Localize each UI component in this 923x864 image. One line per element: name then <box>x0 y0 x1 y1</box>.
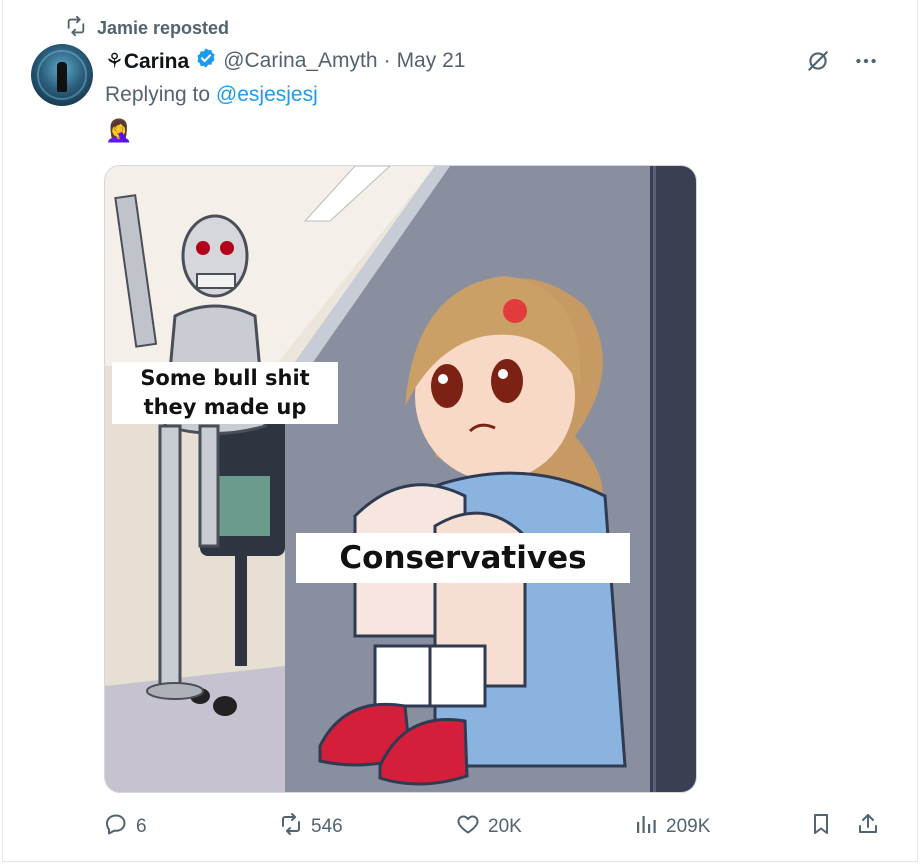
meme-illustration <box>105 166 696 792</box>
repost-label: Jamie reposted <box>97 17 230 38</box>
repost-indicator[interactable]: Jamie reposted <box>65 15 230 42</box>
repost-action-icon <box>279 812 303 842</box>
more-icon[interactable] <box>853 48 879 79</box>
views-count: 209K <box>666 816 711 837</box>
tweet-date[interactable]: May 21 <box>397 49 466 73</box>
meme-caption-line-1: Some bull shit <box>140 366 310 390</box>
reply-button[interactable]: 6 <box>104 812 147 842</box>
grok-icon[interactable] <box>805 48 831 79</box>
bookmark-icon <box>809 812 833 842</box>
meme-caption-bottom: Conservatives <box>296 533 630 583</box>
avatar[interactable] <box>31 44 93 106</box>
tweet-card[interactable]: Jamie reposted ⚘Carina @Carina_Amyth · M… <box>2 0 918 862</box>
meme-caption-line-2: they made up <box>143 395 307 419</box>
tweet-header: ⚘Carina @Carina_Amyth · May 21 <box>105 48 465 74</box>
reply-mention[interactable]: @esjesjesj <box>216 83 318 106</box>
author-name[interactable]: ⚘Carina <box>105 49 189 74</box>
reply-count: 6 <box>136 816 147 837</box>
like-icon <box>456 812 480 842</box>
bookmark-button[interactable] <box>809 812 833 842</box>
like-count: 20K <box>488 816 522 837</box>
tweet-top-actions <box>805 48 879 79</box>
views-icon <box>634 812 658 842</box>
repost-button[interactable]: 546 <box>279 812 343 842</box>
repost-icon <box>65 15 87 42</box>
repost-count: 546 <box>311 816 343 837</box>
meme-caption-top: Some bull shit they made up <box>112 362 338 424</box>
share-button[interactable] <box>856 812 880 842</box>
like-button[interactable]: 20K <box>456 812 522 842</box>
reply-context: Replying to @esjesjesj <box>105 83 318 107</box>
tweet-action-bar: 6 546 20K 209K <box>104 812 884 844</box>
reply-prefix: Replying to <box>105 83 211 106</box>
verified-icon <box>195 47 217 75</box>
author-handle[interactable]: @Carina_Amyth <box>223 49 377 73</box>
tweet-text: 🤦‍♀️ <box>105 118 133 143</box>
header-separator: · <box>383 49 391 72</box>
reply-icon <box>104 812 128 842</box>
views-button[interactable]: 209K <box>634 812 710 842</box>
share-icon <box>856 812 880 842</box>
tweet-media-image[interactable]: Some bull shit they made up Conservative… <box>104 165 697 793</box>
